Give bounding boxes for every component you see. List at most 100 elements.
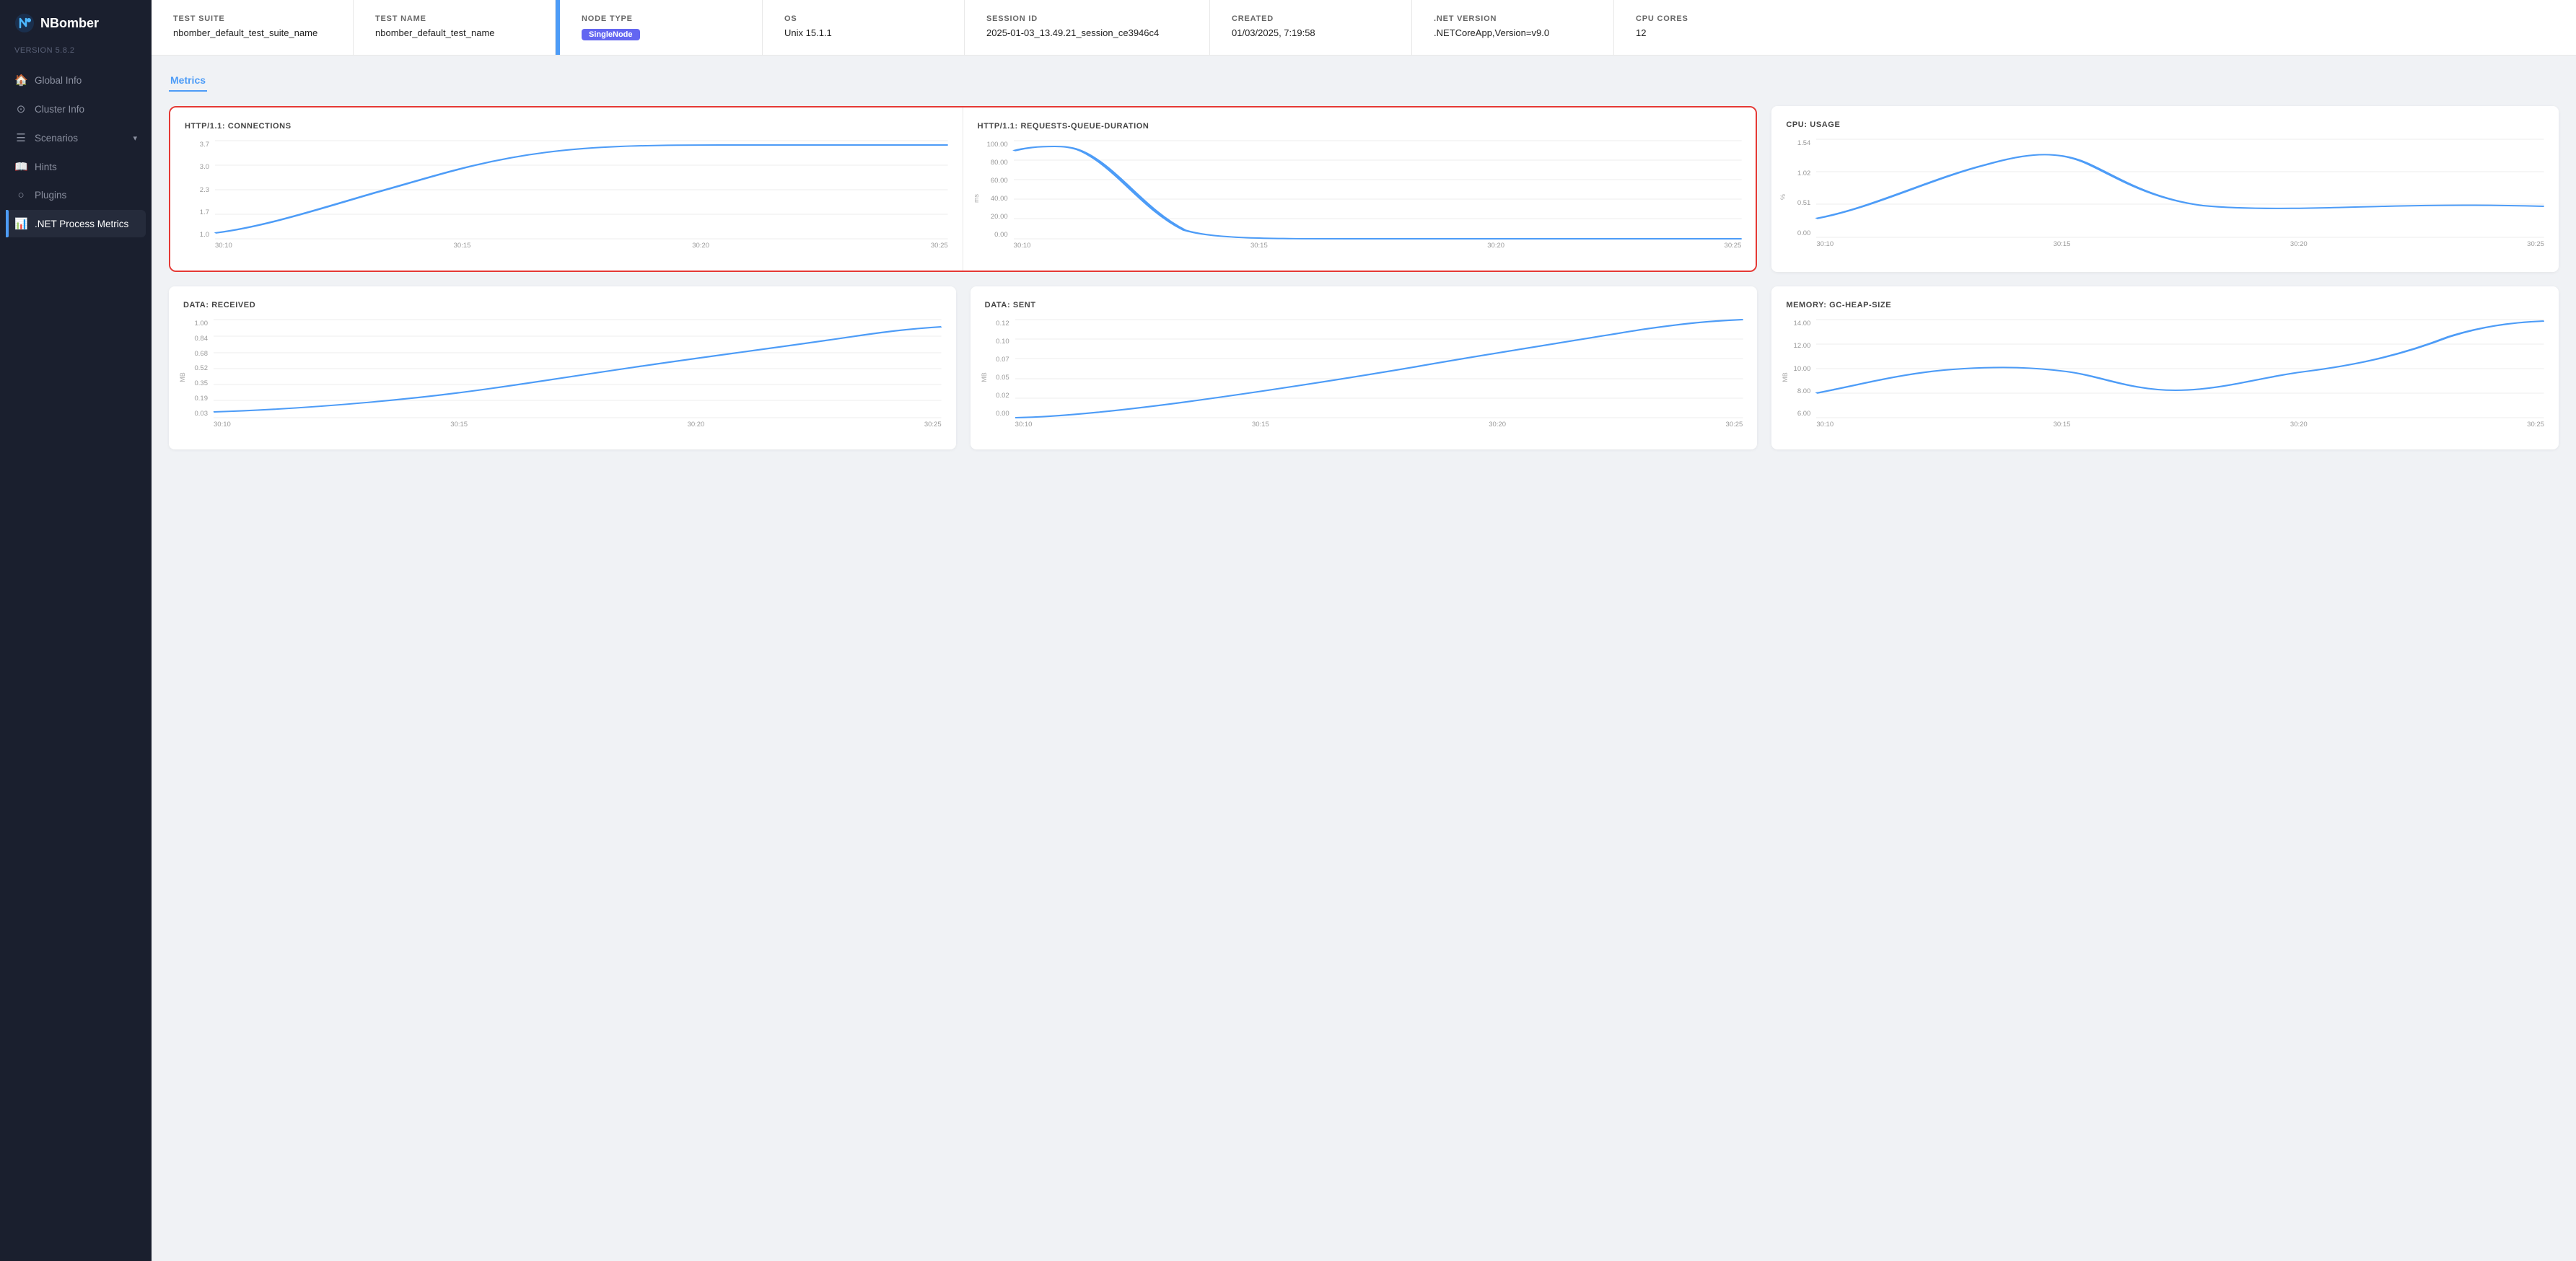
sidebar-item-net-process-metrics[interactable]: 📊 .NET Process Metrics bbox=[6, 210, 146, 237]
x-label: 30:15 bbox=[2054, 240, 2071, 248]
y-labels-data-received: 1.00 0.84 0.68 0.52 0.35 0.19 0.03 bbox=[183, 320, 211, 418]
chart-area-data-sent: MB 0.12 0.10 0.07 0.05 0.02 0.00 bbox=[985, 320, 1743, 435]
chart-title-memory: MEMORY: GC-HEAP-SIZE bbox=[1786, 301, 2544, 309]
y-label: 0.07 bbox=[996, 356, 1009, 364]
y-label: 20.00 bbox=[991, 213, 1008, 221]
logo: NBomber bbox=[0, 0, 152, 43]
y-label: 0.02 bbox=[996, 392, 1009, 400]
plot-area-requests bbox=[1014, 141, 1742, 239]
test-suite-label: TEST SUITE bbox=[173, 14, 331, 23]
y-label: 1.0 bbox=[200, 231, 209, 239]
plot-area-connections bbox=[215, 141, 948, 239]
y-label: 3.7 bbox=[200, 141, 209, 149]
y-label: 1.00 bbox=[195, 320, 209, 328]
session-id-label: SESSION ID bbox=[986, 14, 1188, 23]
hints-icon: 📖 bbox=[14, 160, 27, 173]
test-name-label: TEST NAME bbox=[375, 14, 533, 23]
y-label: 8.00 bbox=[1797, 387, 1811, 395]
y-label: 0.00 bbox=[996, 410, 1009, 418]
sidebar-item-scenarios[interactable]: ☰ Scenarios ▾ bbox=[6, 124, 146, 151]
plot-area-data-received bbox=[214, 320, 942, 418]
y-labels-cpu: 1.54 1.02 0.51 0.00 bbox=[1786, 139, 1813, 237]
y-label: 40.00 bbox=[991, 195, 1008, 203]
chevron-down-icon: ▾ bbox=[133, 133, 137, 143]
x-labels-connections: 30:10 30:15 30:20 30:25 bbox=[215, 242, 948, 256]
cpu-cores-label: CPU CORES bbox=[1636, 14, 1795, 23]
metrics-tab[interactable]: Metrics bbox=[169, 70, 207, 92]
sidebar-item-global-info[interactable]: 🏠 Global Info bbox=[6, 66, 146, 94]
plot-area-cpu bbox=[1816, 139, 2544, 237]
sidebar-label-scenarios: Scenarios bbox=[35, 133, 126, 144]
x-label: 30:15 bbox=[1252, 421, 1269, 429]
x-label: 30:15 bbox=[1250, 242, 1268, 250]
x-label: 30:15 bbox=[450, 421, 468, 429]
chart-title-connections: HTTP/1.1: CONNECTIONS bbox=[185, 122, 948, 131]
x-label: 30:20 bbox=[2290, 421, 2308, 429]
x-label: 30:25 bbox=[2527, 421, 2544, 429]
y-label: 0.12 bbox=[996, 320, 1009, 328]
info-card-created: CREATED 01/03/2025, 7:19:58 bbox=[1210, 0, 1412, 55]
chart-svg-data-received bbox=[214, 320, 942, 418]
chart-area-requests-queue: ms 100.00 80.00 60.00 40.00 20.00 0.00 bbox=[978, 141, 1742, 256]
cluster-icon: ⊙ bbox=[14, 102, 27, 115]
y-label: 80.00 bbox=[991, 159, 1008, 167]
sidebar-label-net-process-metrics: .NET Process Metrics bbox=[35, 219, 137, 229]
y-label: 6.00 bbox=[1797, 410, 1811, 418]
plot-area-memory bbox=[1816, 320, 2544, 418]
y-label: 100.00 bbox=[987, 141, 1008, 149]
sidebar-label-plugins: Plugins bbox=[35, 190, 137, 201]
y-label: 14.00 bbox=[1794, 320, 1811, 328]
chart-data-received: DATA: RECEIVED MB 1.00 0.84 0.68 0.52 0.… bbox=[169, 286, 956, 449]
net-version-value: .NETCoreApp,Version=v9.0 bbox=[1434, 27, 1592, 38]
info-cards-row: TEST SUITE nbomber_default_test_suite_na… bbox=[152, 0, 2576, 56]
y-label: 0.19 bbox=[195, 395, 209, 403]
plugins-icon: ○ bbox=[14, 189, 27, 201]
sidebar-nav: 🏠 Global Info ⊙ Cluster Info ☰ Scenarios… bbox=[0, 66, 152, 237]
created-label: CREATED bbox=[1232, 14, 1390, 23]
sidebar-item-plugins[interactable]: ○ Plugins bbox=[6, 182, 146, 208]
chart-svg-cpu bbox=[1816, 139, 2544, 237]
sidebar: NBomber VERSION 5.8.2 🏠 Global Info ⊙ Cl… bbox=[0, 0, 152, 1261]
x-label: 30:25 bbox=[1726, 421, 1743, 429]
chart-data-sent: DATA: SENT MB 0.12 0.10 0.07 0.05 0.02 0… bbox=[971, 286, 1758, 449]
chart-title-data-sent: DATA: SENT bbox=[985, 301, 1743, 309]
sidebar-label-cluster-info: Cluster Info bbox=[35, 104, 137, 115]
main-content: TEST SUITE nbomber_default_test_suite_na… bbox=[152, 0, 2576, 1261]
sidebar-label-hints: Hints bbox=[35, 162, 137, 172]
sidebar-item-hints[interactable]: 📖 Hints bbox=[6, 153, 146, 180]
x-label: 30:20 bbox=[2290, 240, 2308, 248]
version-label: VERSION 5.8.2 bbox=[0, 43, 152, 66]
info-card-net-version: .NET VERSION .NETCoreApp,Version=v9.0 bbox=[1412, 0, 1614, 55]
x-label: 30:10 bbox=[1816, 421, 1834, 429]
x-label: 30:15 bbox=[454, 242, 471, 250]
y-label: 2.3 bbox=[200, 186, 209, 194]
x-label: 30:10 bbox=[215, 242, 232, 250]
y-label: 0.84 bbox=[195, 335, 209, 343]
y-label: 0.00 bbox=[1797, 229, 1811, 237]
sidebar-item-cluster-info[interactable]: ⊙ Cluster Info bbox=[6, 95, 146, 123]
y-label: 1.02 bbox=[1797, 170, 1811, 177]
x-label: 30:20 bbox=[692, 242, 709, 250]
info-card-os: OS Unix 15.1.1 bbox=[763, 0, 965, 55]
chart-svg-data-sent bbox=[1015, 320, 1743, 418]
y-label: 0.51 bbox=[1797, 199, 1811, 207]
y-label: 0.35 bbox=[195, 379, 209, 387]
y-label: 0.68 bbox=[195, 350, 209, 358]
x-label: 30:15 bbox=[2054, 421, 2071, 429]
chart-title-requests-queue: HTTP/1.1: REQUESTS-QUEUE-DURATION bbox=[978, 122, 1742, 131]
y-label: 0.00 bbox=[994, 231, 1008, 239]
chart-cpu-usage: CPU: USAGE % 1.54 1.02 0.51 0.00 bbox=[1771, 106, 2559, 272]
x-label: 30:25 bbox=[924, 421, 942, 429]
x-label: 30:20 bbox=[1489, 421, 1506, 429]
info-card-test-suite: TEST SUITE nbomber_default_test_suite_na… bbox=[152, 0, 354, 55]
chart-http-connections: HTTP/1.1: CONNECTIONS 3.7 3.0 2.3 1.7 1.… bbox=[170, 107, 963, 271]
y-label: 1.54 bbox=[1797, 139, 1811, 147]
y-label: 0.52 bbox=[195, 364, 209, 372]
cpu-cores-value: 12 bbox=[1636, 27, 1795, 38]
y-label: 1.7 bbox=[200, 208, 209, 216]
x-label: 30:10 bbox=[1014, 242, 1031, 250]
info-card-cpu-cores: CPU CORES 12 bbox=[1614, 0, 1816, 55]
y-label: 3.0 bbox=[200, 163, 209, 171]
charts-grid-top: HTTP/1.1: CONNECTIONS 3.7 3.0 2.3 1.7 1.… bbox=[169, 106, 2559, 272]
nbomber-logo-icon bbox=[14, 13, 35, 33]
